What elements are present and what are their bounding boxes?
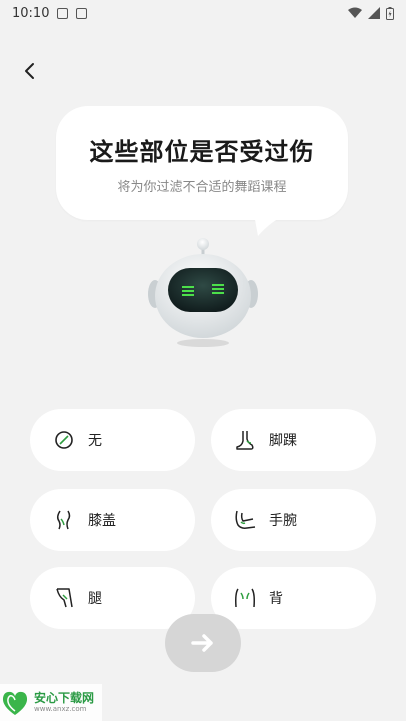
watermark-name: 安心下载网 [34, 691, 95, 705]
ankle-icon [233, 428, 257, 452]
wifi-icon [348, 7, 362, 18]
battery-icon [386, 6, 394, 20]
heart-logo-icon [2, 691, 28, 715]
option-back[interactable]: 背 [211, 567, 376, 629]
watermark-text: 安心下载网 www.anxz.com [34, 692, 94, 713]
option-wrist[interactable]: 手腕 [211, 489, 376, 551]
robot-mascot-icon [148, 238, 258, 347]
option-label: 膝盖 [88, 513, 116, 529]
option-label: 背 [269, 591, 283, 607]
back-button[interactable] [14, 56, 44, 86]
watermark: 安心下载网 www.anxz.com [0, 684, 102, 721]
status-bar: 10:10 [0, 0, 406, 26]
signal-icon [368, 7, 380, 19]
option-knee[interactable]: 膝盖 [30, 489, 195, 551]
question-title: 这些部位是否受过伤 [89, 138, 315, 166]
option-label: 手腕 [269, 513, 297, 529]
option-ankle[interactable]: 脚踝 [211, 409, 376, 471]
status-left: 10:10 [12, 5, 88, 21]
option-label: 腿 [88, 591, 102, 607]
notification-icon [57, 7, 69, 19]
knee-icon [52, 508, 76, 532]
status-right [348, 6, 394, 20]
watermark-url: www.anxz.com [34, 705, 87, 713]
bubble-tail [254, 214, 288, 236]
back-icon [233, 586, 257, 610]
option-none[interactable]: 无 [30, 409, 195, 471]
wrist-icon [233, 508, 257, 532]
option-leg[interactable]: 腿 [30, 567, 195, 629]
question-subtitle: 将为你过滤不合适的舞蹈课程 [117, 180, 287, 195]
option-label: 脚踝 [269, 433, 297, 449]
status-time: 10:10 [12, 5, 50, 21]
leg-icon [52, 586, 76, 610]
next-button[interactable] [165, 614, 241, 672]
option-label: 无 [88, 433, 102, 449]
chevron-left-icon [25, 63, 34, 79]
none-icon [52, 428, 76, 452]
screenshot-icon [76, 7, 88, 19]
arrow-right-icon [191, 634, 213, 652]
